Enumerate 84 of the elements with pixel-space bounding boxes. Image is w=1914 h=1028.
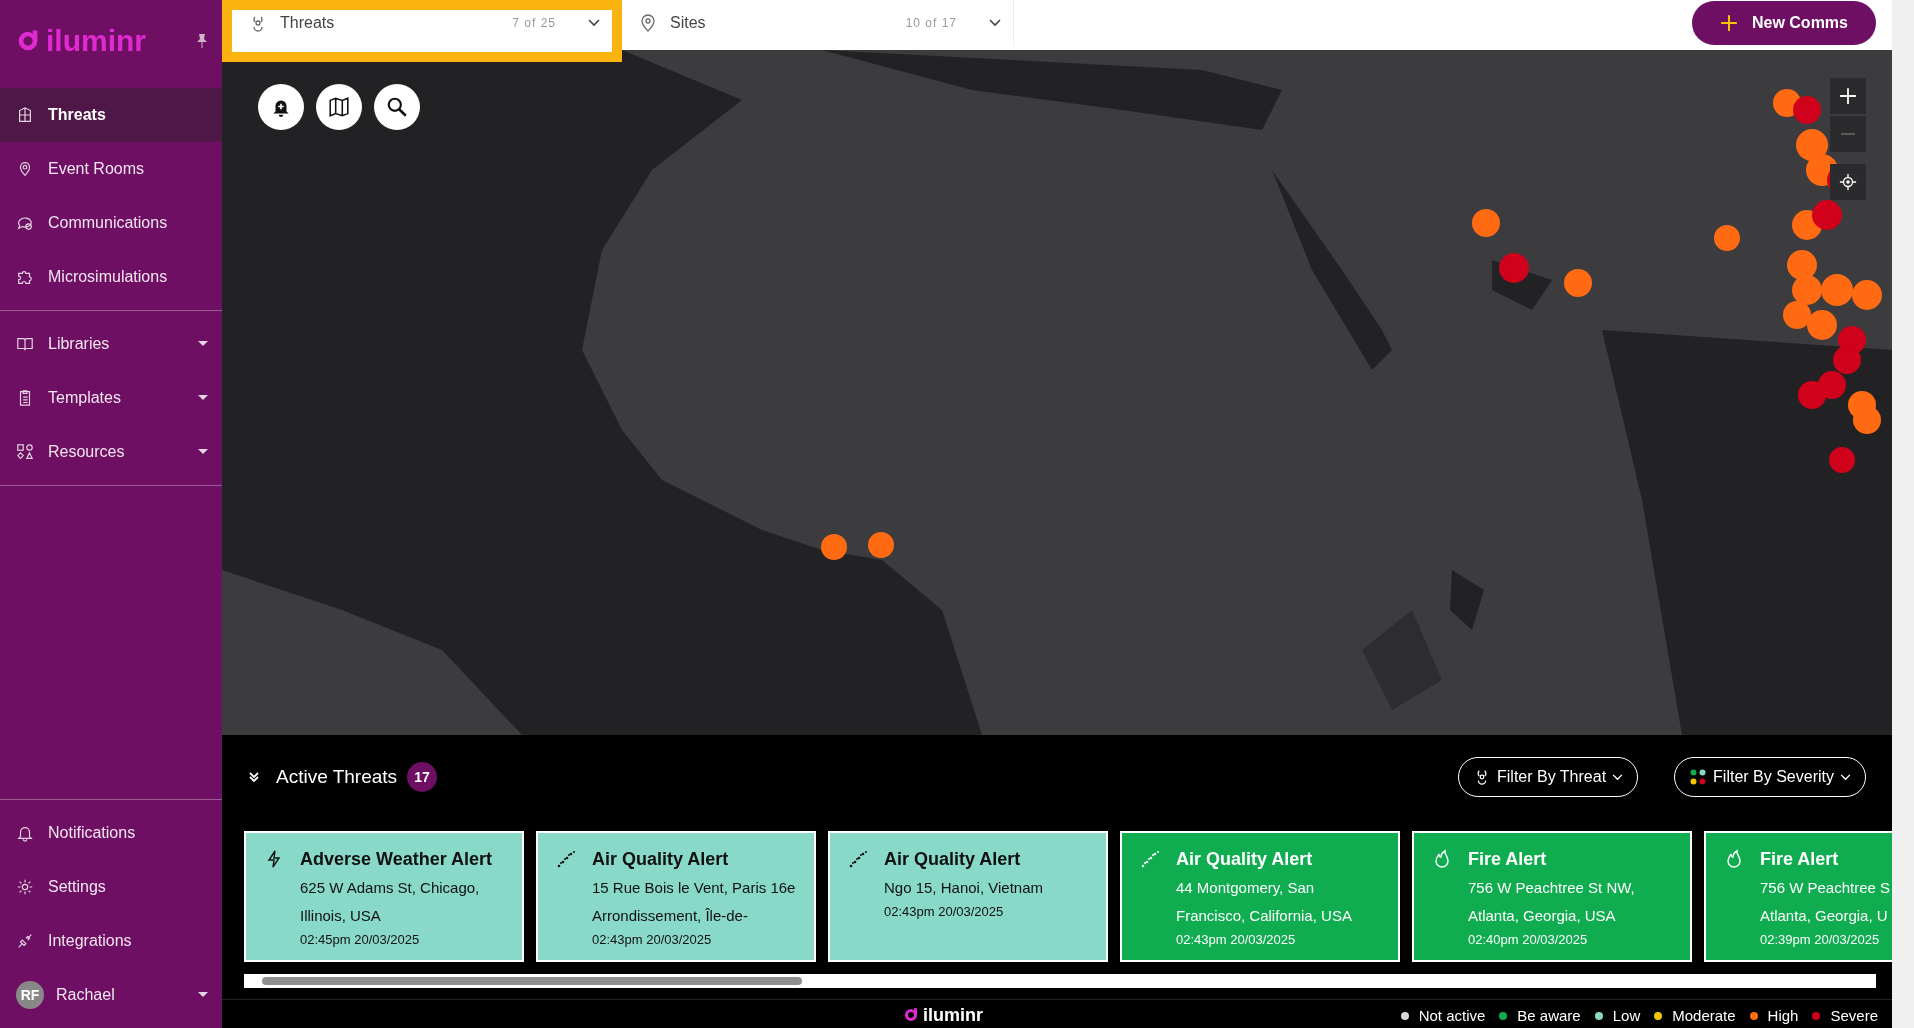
zoom-in-button[interactable] bbox=[1830, 78, 1866, 114]
plus-icon bbox=[1719, 14, 1738, 32]
page-scrollbar[interactable] bbox=[1892, 0, 1914, 1028]
settings-icon bbox=[16, 878, 34, 896]
section-title: Active Threats bbox=[276, 766, 398, 788]
card-address: Arrondissement, Île-de- bbox=[592, 906, 749, 926]
nav-item[interactable]: Microsimulations bbox=[0, 250, 222, 304]
chevron-down-icon bbox=[588, 19, 600, 27]
nav-item[interactable]: Event Rooms bbox=[0, 142, 222, 196]
card-address: 625 W Adams St, Chicago, bbox=[300, 878, 481, 898]
card-title: Fire Alert bbox=[1760, 849, 1840, 870]
legend-label: Low bbox=[1612, 1007, 1641, 1024]
bell-icon bbox=[16, 824, 34, 842]
map-grid-icon bbox=[16, 106, 34, 124]
filter-button[interactable]: Filter By Severity bbox=[1674, 757, 1866, 797]
chevron-down-icon bbox=[1612, 773, 1624, 781]
card-address: Atlanta, Georgia, USA bbox=[1468, 906, 1617, 926]
nav-item[interactable]: Resources bbox=[0, 425, 222, 479]
legend-label: High bbox=[1767, 1007, 1799, 1024]
card-title: Adverse Weather Alert bbox=[300, 849, 493, 870]
card-time: 02:45pm 20/03/2025 bbox=[300, 932, 421, 947]
threat-card[interactable]: Air Quality Alert Ngo 15, Hanoi, Vietnam 02:43pm 20/03/2025 bbox=[828, 831, 1108, 962]
pin-icon[interactable] bbox=[196, 33, 208, 49]
dots-icon bbox=[1689, 768, 1708, 786]
nav-item[interactable]: Libraries bbox=[0, 317, 222, 371]
legend-label: Be aware bbox=[1517, 1007, 1581, 1024]
dots-icon bbox=[848, 849, 868, 869]
legend-label: Severe bbox=[1830, 1007, 1878, 1024]
chevron-down-icon bbox=[989, 19, 1001, 27]
iluminr-logo: iluminr bbox=[14, 24, 146, 58]
user-menu[interactable]: RF Rachael bbox=[0, 968, 222, 1022]
filter-button[interactable]: Filter By Threat bbox=[1458, 757, 1639, 797]
chat-bubble-icon bbox=[16, 214, 34, 232]
threat-card[interactable]: Adverse Weather Alert 625 W Adams St, Chicago, Illinois, USA 02:45pm 20/03/2025 bbox=[244, 831, 524, 962]
card-time: 02:43pm 20/03/2025 bbox=[884, 904, 1005, 919]
dots-icon bbox=[1140, 849, 1160, 869]
card-time: 02:43pm 20/03/2025 bbox=[592, 932, 713, 947]
nav-item[interactable]: Threats bbox=[0, 88, 222, 142]
card-address: Ngo 15, Hanoi, Vietnam bbox=[884, 878, 1043, 898]
avatar: RF bbox=[16, 981, 44, 1009]
nav-item[interactable]: Integrations bbox=[0, 914, 222, 968]
nav-item[interactable]: Settings bbox=[0, 860, 222, 914]
search-icon bbox=[386, 96, 408, 118]
flame-icon bbox=[1432, 849, 1452, 869]
card-address: Atlanta, Georgia, U bbox=[1760, 906, 1889, 926]
map-icon bbox=[328, 96, 350, 118]
card-title: Air Quality Alert bbox=[1176, 849, 1314, 870]
legend-label: Not active bbox=[1418, 1007, 1486, 1024]
crosshair-icon bbox=[1839, 173, 1857, 191]
card-address: 15 Rue Bois le Vent, Paris 16e bbox=[592, 878, 796, 898]
puzzle-icon bbox=[16, 268, 34, 286]
card-time: 02:43pm 20/03/2025 bbox=[1176, 932, 1297, 947]
collapse-icon[interactable] bbox=[248, 771, 260, 783]
card-address: 44 Montgomery, San bbox=[1176, 878, 1316, 898]
legend-label: Moderate bbox=[1672, 1007, 1736, 1024]
plus-icon bbox=[1839, 87, 1857, 105]
card-address: Francisco, California, USA bbox=[1176, 906, 1352, 926]
location-pin-icon bbox=[638, 13, 658, 33]
card-address: Illinois, USA bbox=[300, 906, 382, 926]
threat-card[interactable]: Air Quality Alert 15 Rue Bois le Vent, Paris 16e Arrondissement, Île-de- 02:43pm 20/03/2025 bbox=[536, 831, 816, 962]
nav-item[interactable]: Templates bbox=[0, 371, 222, 425]
nav-item[interactable]: Notifications bbox=[0, 806, 222, 860]
plug-icon bbox=[16, 932, 34, 950]
card-address: 756 W Peachtree St NW, bbox=[1468, 878, 1635, 898]
dots-icon bbox=[556, 849, 576, 869]
card-title: Air Quality Alert bbox=[884, 849, 1022, 870]
card-time: 02:40pm 20/03/2025 bbox=[1468, 932, 1589, 947]
locate-button[interactable] bbox=[1830, 164, 1866, 200]
shapes-icon bbox=[16, 443, 34, 461]
count-badge: 17 bbox=[407, 762, 438, 792]
chevron-down-icon bbox=[1840, 773, 1851, 781]
new-comms-button[interactable]: New Comms bbox=[1691, 1, 1876, 45]
card-time: 02:39pm 20/03/2025 bbox=[1760, 932, 1881, 947]
iluminr-logo: iluminr bbox=[902, 1005, 983, 1025]
minus-icon bbox=[1840, 133, 1856, 135]
card-title: Air Quality Alert bbox=[592, 849, 730, 870]
card-address: 756 W Peachtree S bbox=[1760, 878, 1891, 898]
filter-dropdown[interactable]: Threats 7 of 25 bbox=[222, 0, 622, 62]
book-icon bbox=[16, 335, 34, 353]
nav-item[interactable]: Communications bbox=[0, 196, 222, 250]
caret-icon bbox=[198, 992, 208, 998]
scrollbar[interactable] bbox=[244, 974, 1876, 988]
flame-icon bbox=[1724, 849, 1744, 869]
card-title: Fire Alert bbox=[1468, 849, 1548, 870]
